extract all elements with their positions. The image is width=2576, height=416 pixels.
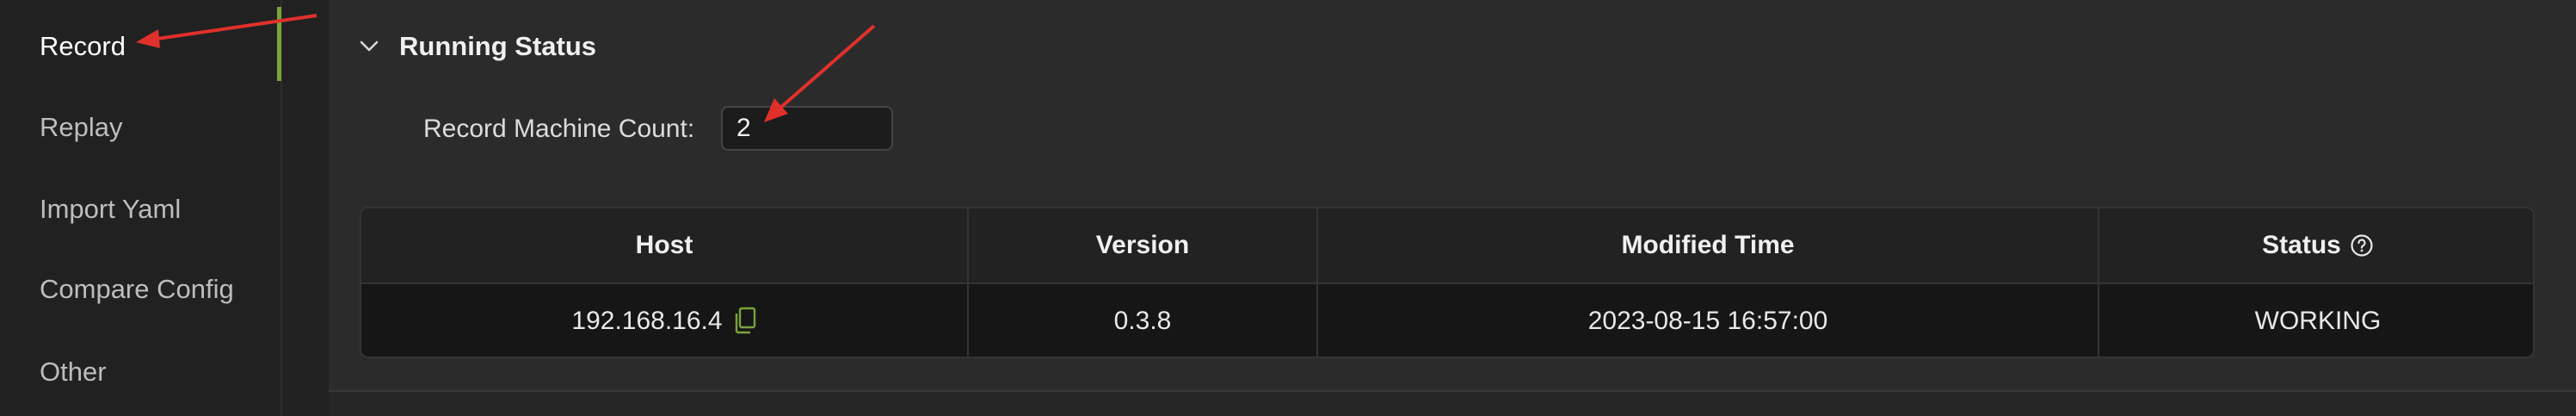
annotation-arrow-record (136, 14, 317, 48)
annotation-arrow-count (764, 24, 876, 122)
annotation-arrows (136, 14, 876, 122)
